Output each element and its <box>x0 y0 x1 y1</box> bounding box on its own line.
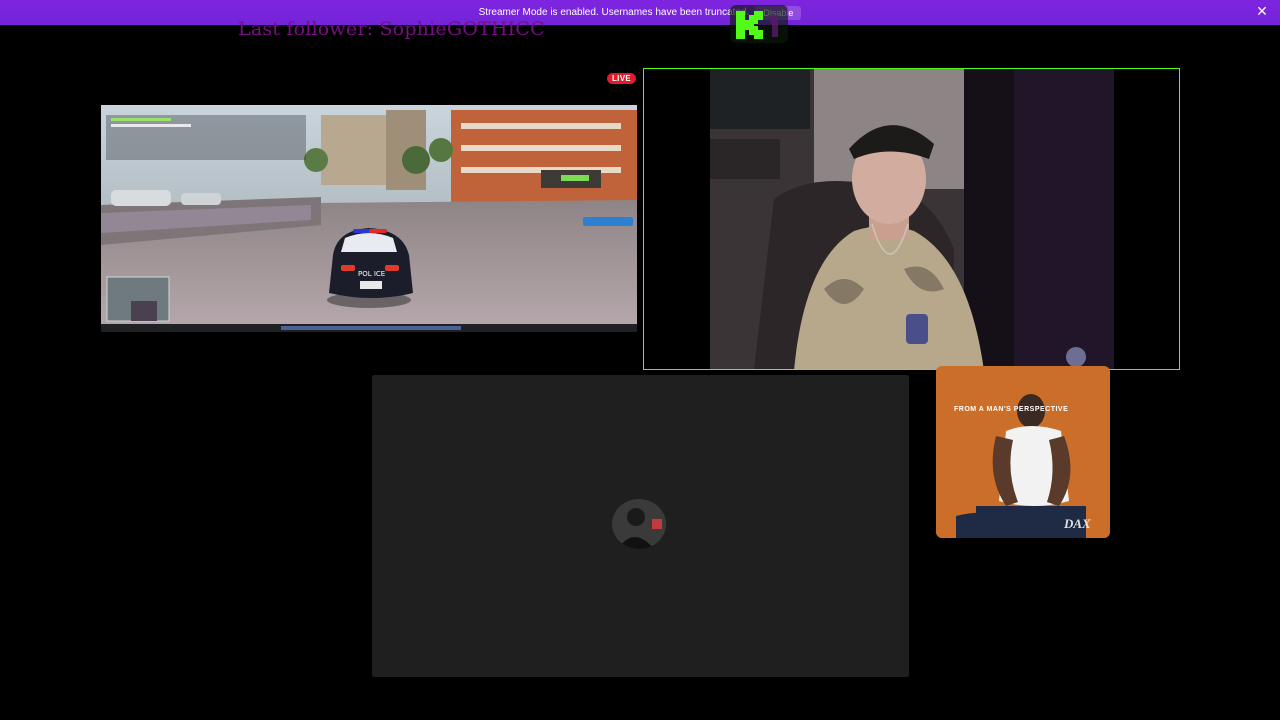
webcam-feed <box>643 68 1180 370</box>
game-capture: POL ICE <box>101 105 637 332</box>
kick-logo-icon <box>730 5 788 43</box>
last-follower-label: Last follower: SophieGOTHICC <box>238 18 545 40</box>
close-icon[interactable]: ✕ <box>1254 4 1270 20</box>
album-art-image <box>936 366 1110 538</box>
now-playing-album-art: FROM A MAN'S PERSPECTIVE DAX <box>936 366 1110 538</box>
webcam-image <box>644 69 1179 369</box>
streamer-mode-banner: Streamer Mode is enabled. Usernames have… <box>0 0 1280 25</box>
media-panel <box>372 375 909 677</box>
game-scene-image: POL ICE <box>101 105 637 332</box>
streamer-mode-message: Streamer Mode is enabled. Usernames have… <box>478 7 750 18</box>
album-tagline: FROM A MAN'S PERSPECTIVE <box>954 406 1069 413</box>
stream-viewer: Streamer Mode is enabled. Usernames have… <box>0 0 1280 720</box>
police-car: POL ICE <box>327 228 413 308</box>
avatar <box>612 499 666 549</box>
police-car-label: POL ICE <box>358 270 385 278</box>
live-badge: LIVE <box>607 73 636 84</box>
album-artist: DAX <box>1064 516 1091 531</box>
